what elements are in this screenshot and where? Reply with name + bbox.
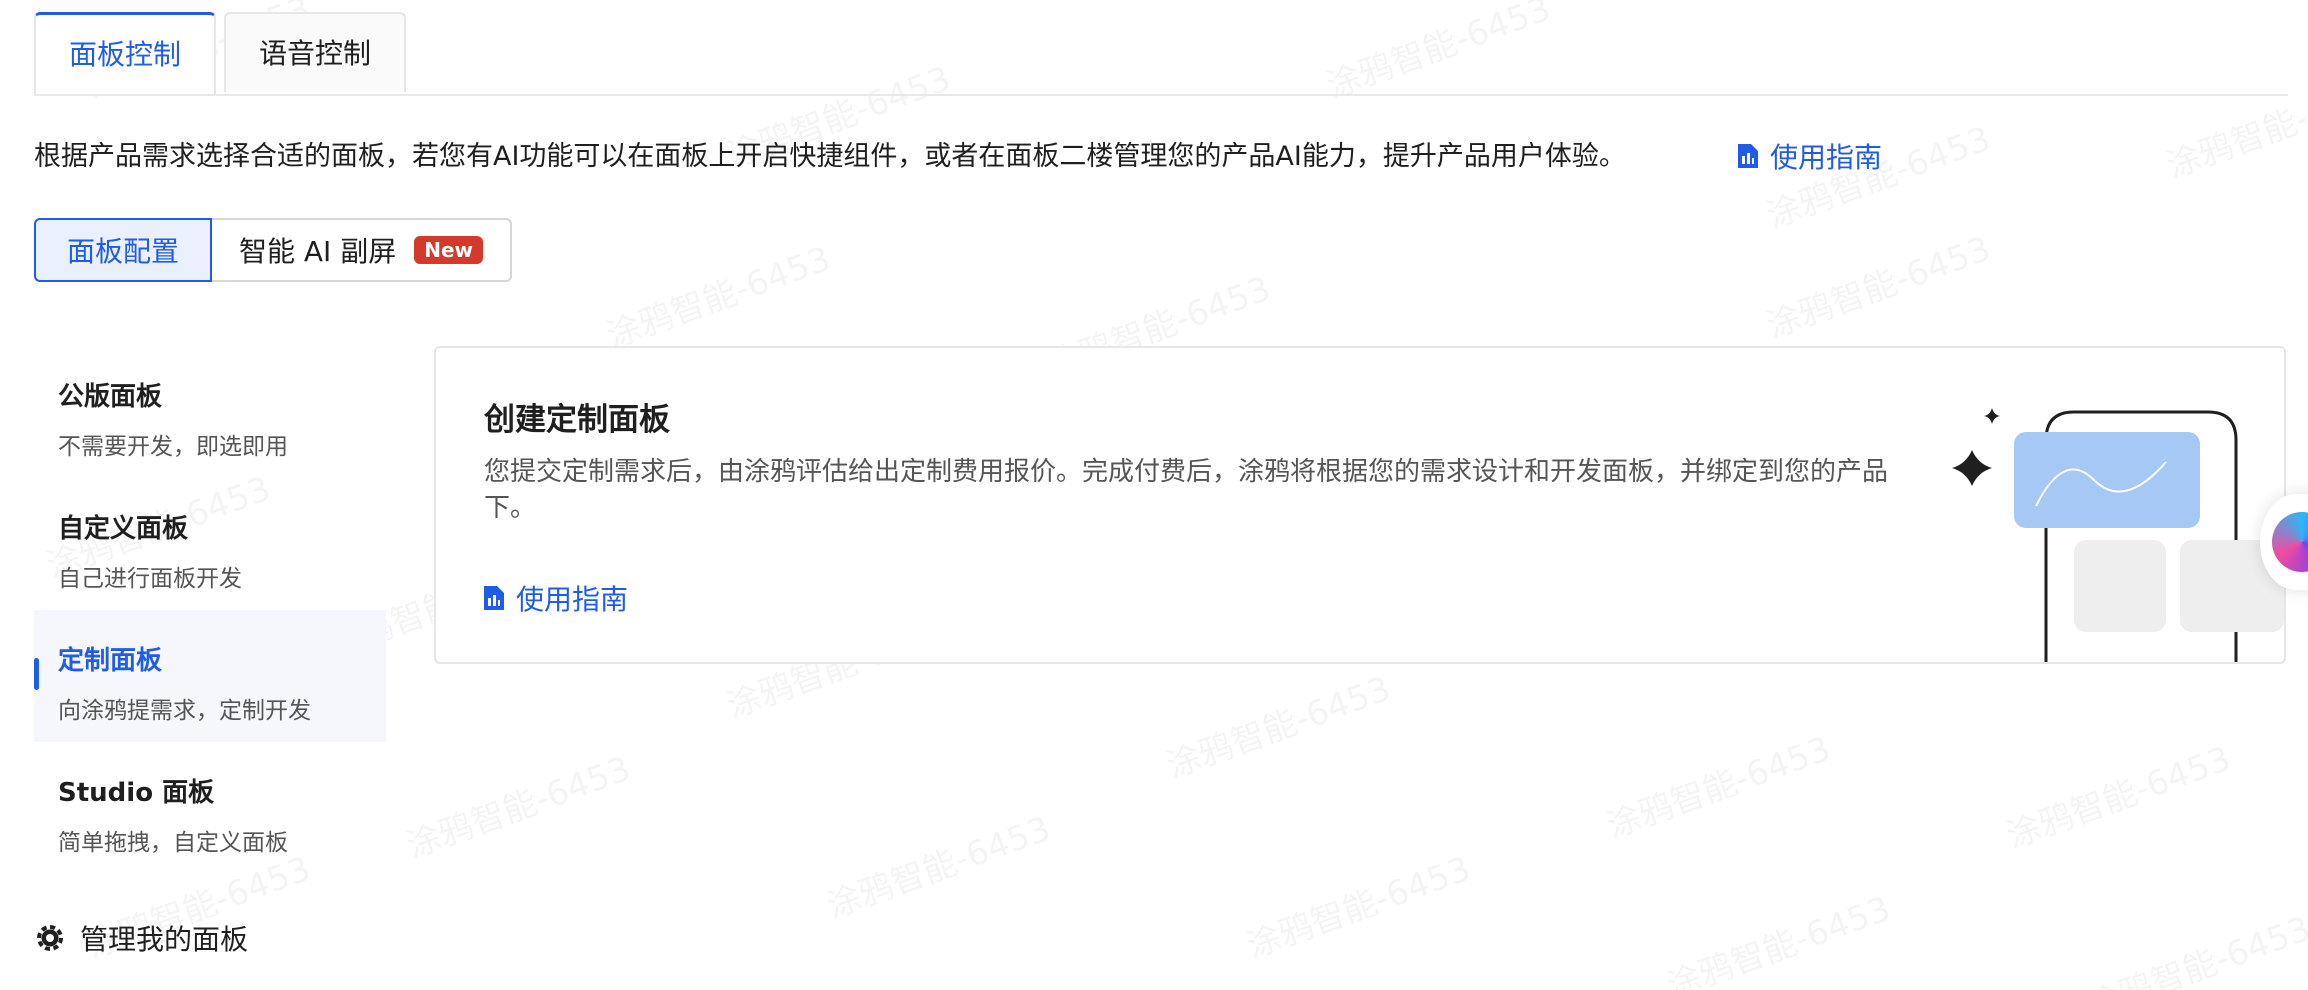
manage-my-panels-link[interactable]: 管理我的面板	[34, 918, 248, 958]
card-guide-link[interactable]: 使用指南	[484, 578, 628, 618]
card-description: 您提交定制需求后，由涂鸦评估给出定制费用报价。完成付费后，涂鸦将根据您的需求设计…	[484, 457, 1889, 523]
new-badge: New	[414, 236, 483, 264]
watermark: 涂鸦智能-6453	[1599, 721, 1836, 847]
guide-link[interactable]: 使用指南	[1738, 136, 1882, 176]
menu-item-subtitle: 向涂鸦提需求，定制开发	[58, 698, 311, 724]
gear-icon	[37, 925, 63, 951]
create-tailored-panel-card: 创建定制面板 您提交定制需求后，由涂鸦评估给出定制费用报价。完成付费后，涂鸦将根…	[434, 346, 2286, 664]
segment-ai-screen[interactable]: 智能 AI 副屏 New	[212, 218, 512, 282]
menu-item-subtitle: 自己进行面板开发	[58, 566, 242, 592]
watermark: 涂鸦智能-6453	[819, 801, 1056, 927]
card-title: 创建定制面板	[484, 402, 670, 438]
watermark: 涂鸦智能-6453	[1759, 221, 1996, 347]
panel-type-menu: 公版面板 不需要开发，即选即用 自定义面板 自己进行面板开发 定制面板 向涂鸦提…	[34, 346, 386, 874]
document-chart-icon	[1738, 144, 1758, 168]
watermark: 涂鸦智能-6453	[1239, 841, 1476, 967]
menu-item-title: 自定义面板	[58, 514, 189, 544]
menu-item-studio-panel[interactable]: Studio 面板 简单拖拽，自定义面板	[34, 742, 386, 874]
top-tab-bar: 面板控制 语音控制	[34, 12, 2288, 96]
menu-item-title: Studio 面板	[58, 778, 215, 808]
guide-link-label: 使用指南	[1770, 141, 1883, 174]
sparkle-phone-illustration	[1952, 408, 2284, 662]
menu-item-public-panel[interactable]: 公版面板 不需要开发，即选即用	[34, 346, 386, 478]
tab-panel-control[interactable]: 面板控制	[34, 12, 216, 94]
menu-item-tailored-panel[interactable]: 定制面板 向涂鸦提需求，定制开发	[34, 610, 386, 742]
menu-item-title: 公版面板	[58, 382, 163, 412]
menu-item-subtitle: 不需要开发，即选即用	[58, 434, 288, 460]
menu-item-custom-panel[interactable]: 自定义面板 自己进行面板开发	[34, 478, 386, 610]
watermark: 涂鸦智能-6453	[399, 741, 636, 867]
watermark: 涂鸦智能-6453	[2079, 901, 2308, 990]
watermark: 涂鸦智能-6453	[599, 231, 836, 357]
segment-panel-config[interactable]: 面板配置	[34, 218, 212, 282]
segment-ai-screen-label: 智能 AI 副屏	[239, 235, 397, 268]
document-chart-icon	[484, 586, 504, 610]
menu-item-title: 定制面板	[58, 646, 163, 676]
manage-label: 管理我的面板	[80, 923, 249, 956]
panel-segment-control: 面板配置 智能 AI 副屏 New	[34, 218, 512, 282]
assistant-orb-icon	[2272, 512, 2308, 572]
card-guide-link-label: 使用指南	[516, 583, 629, 616]
page-description: 根据产品需求选择合适的面板，若您有AI功能可以在面板上开启快捷组件，或者在面板二…	[34, 141, 1626, 172]
tab-voice-control[interactable]: 语音控制	[224, 12, 406, 92]
watermark: 涂鸦智能-6453	[1659, 881, 1896, 990]
watermark: 涂鸦智能-6453	[1999, 731, 2236, 857]
watermark: 涂鸦智能-6453	[1159, 661, 1396, 787]
menu-item-subtitle: 简单拖拽，自定义面板	[58, 830, 288, 856]
